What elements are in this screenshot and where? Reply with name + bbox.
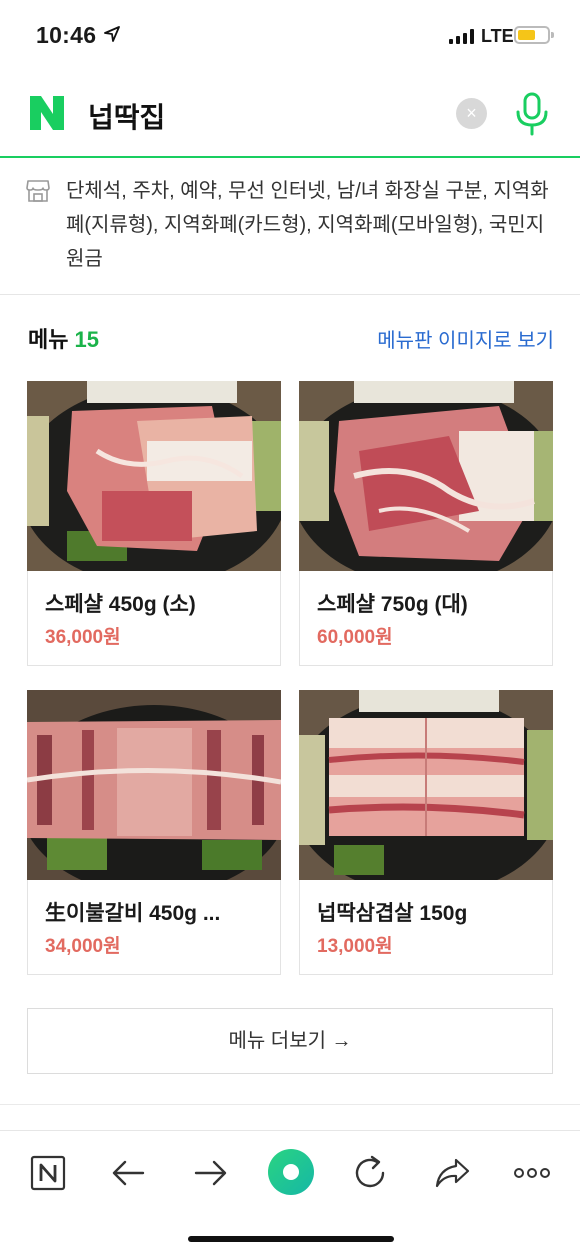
facility-info: 단체석, 주차, 예약, 무선 인터넷, 남/녀 화장실 구분, 지역화폐(지류… bbox=[0, 158, 580, 295]
menu-count: 15 bbox=[74, 327, 99, 352]
home-indicator bbox=[188, 1236, 394, 1242]
menu-item-name: 넙딱삼겹살 150g bbox=[317, 902, 468, 925]
facility-list: 단체석, 주차, 예약, 무선 인터넷, 남/녀 화장실 구분, 지역화폐(지류… bbox=[66, 180, 549, 270]
menu-item-price: 36,000원 bbox=[45, 627, 121, 648]
store-icon bbox=[26, 180, 50, 202]
location-arrow-icon bbox=[104, 26, 120, 42]
green-dot-menu-icon[interactable] bbox=[264, 1145, 318, 1199]
menu-item-photo bbox=[299, 381, 553, 571]
microphone-icon[interactable] bbox=[514, 92, 550, 136]
more-options-icon[interactable] bbox=[508, 1149, 556, 1197]
more-menu-button[interactable]: 메뉴 더보기 → bbox=[27, 1008, 553, 1074]
menu-item-price: 13,000원 bbox=[317, 936, 393, 957]
cellular-signal-icon bbox=[449, 29, 474, 44]
share-icon[interactable] bbox=[428, 1149, 476, 1197]
battery-icon bbox=[514, 26, 554, 44]
menu-item-name: 스페샬 750g (대) bbox=[317, 593, 468, 616]
menu-item[interactable]: 스페샬 450g (소) 36,000원 bbox=[27, 381, 281, 666]
menu-item[interactable]: 넙딱삼겹살 150g 13,000원 bbox=[299, 690, 553, 975]
back-arrow-icon[interactable] bbox=[105, 1149, 153, 1197]
status-bar: 10:46 LTE bbox=[0, 0, 580, 74]
naver-logo-icon[interactable] bbox=[28, 94, 66, 132]
menu-item-name: 生이불갈비 450g ... bbox=[45, 902, 221, 925]
menu-header: 메뉴 15 메뉴판 이미지로 보기 bbox=[28, 320, 554, 354]
search-query[interactable]: 넙딱집 bbox=[88, 96, 165, 136]
section-divider bbox=[0, 1104, 580, 1105]
menu-item-photo bbox=[27, 381, 281, 571]
search-bar: 넙딱집 × bbox=[0, 74, 580, 158]
menu-item-photo bbox=[27, 690, 281, 880]
menu-item-photo bbox=[299, 690, 553, 880]
network-type: LTE bbox=[481, 26, 514, 46]
view-menu-image-link[interactable]: 메뉴판 이미지로 보기 bbox=[377, 324, 554, 353]
menu-item-price: 34,000원 bbox=[45, 936, 121, 957]
clear-search-icon[interactable]: × bbox=[456, 98, 487, 129]
refresh-icon[interactable] bbox=[346, 1149, 394, 1197]
forward-arrow-icon[interactable] bbox=[186, 1149, 234, 1197]
menu-item-price: 60,000원 bbox=[317, 627, 393, 648]
menu-title: 메뉴 15 bbox=[28, 327, 99, 352]
menu-item-name: 스페샬 450g (소) bbox=[45, 593, 196, 616]
menu-item[interactable]: 生이불갈비 450g ... 34,000원 bbox=[27, 690, 281, 975]
clock: 10:46 bbox=[36, 22, 97, 48]
naver-home-icon[interactable] bbox=[24, 1149, 72, 1197]
menu-item[interactable]: 스페샬 750g (대) 60,000원 bbox=[299, 381, 553, 666]
